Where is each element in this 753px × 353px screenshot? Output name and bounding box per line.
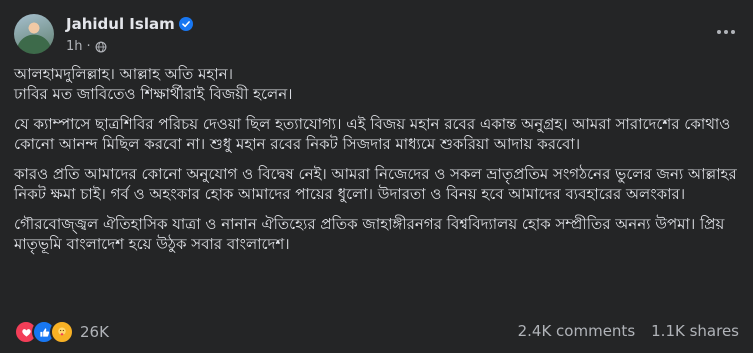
reactions-summary[interactable]: 26K — [14, 320, 109, 344]
shares-count-link[interactable]: 1.1K shares — [651, 322, 739, 340]
dot-icon — [724, 30, 728, 34]
author-row: Jahidul Islam — [66, 15, 193, 33]
meta-separator: · — [86, 39, 91, 54]
post-paragraph: আলহামদুলিল্লাহ। আল্লাহ অতি মহান। ঢাবির ম… — [14, 65, 293, 103]
post-header: Jahidul Islam 1h · — [14, 10, 739, 56]
post-content: আলহামদুলিল্লাহ। আল্লাহ অতি মহান। ঢাবির ম… — [14, 64, 739, 264]
engagement-bar: 26K 2.4K comments 1.1K shares — [14, 318, 739, 344]
comments-count-link[interactable]: 2.4K comments — [518, 322, 636, 340]
globe-icon — [95, 41, 107, 52]
care-reaction-icon — [50, 320, 74, 344]
dot-icon — [717, 30, 721, 34]
more-options-button[interactable] — [713, 22, 739, 42]
post-stats: 2.4K comments 1.1K shares — [518, 322, 739, 340]
post-paragraph: কারও প্রতি আমাদের কোনো অনুযোগ ও বিদ্বেষ … — [14, 165, 737, 203]
post-meta: 1h · — [66, 39, 107, 54]
avatar[interactable] — [14, 14, 54, 54]
verified-badge-icon — [178, 17, 193, 31]
author-name[interactable]: Jahidul Islam — [66, 15, 175, 33]
reaction-count: 26K — [80, 323, 109, 341]
dot-icon — [731, 30, 735, 34]
post-paragraph: গৌরবোজ্জ্বল ঐতিহাসিক যাত্রা ও নানান ঐতিহ… — [14, 215, 725, 253]
post-paragraph: যে ক্যাম্পাসে ছাত্রশিবির পরিচয় দেওয়া ছ… — [14, 115, 731, 153]
facebook-post: Jahidul Islam 1h · আলহামদুলিল্লাহ। আল্লা… — [0, 0, 753, 353]
post-time[interactable]: 1h — [66, 39, 83, 54]
